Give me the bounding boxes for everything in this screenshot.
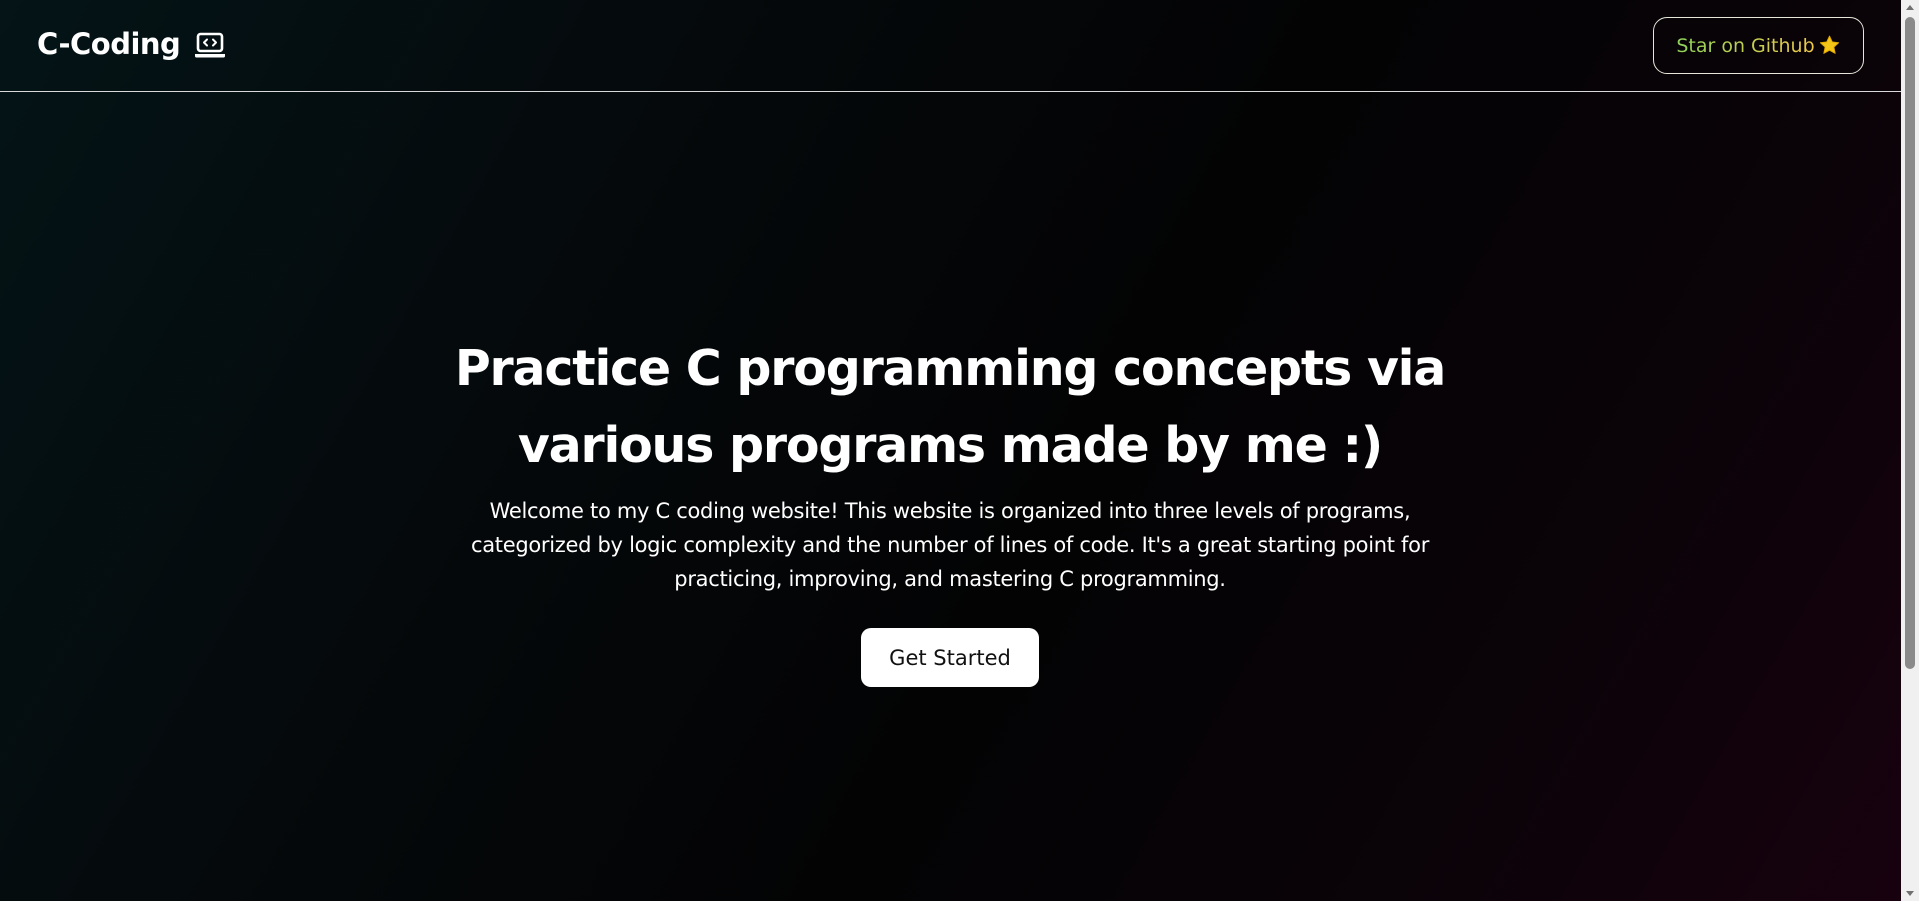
get-started-button[interactable]: Get Started: [861, 628, 1039, 687]
star-on-github-button[interactable]: Star on Github: [1653, 17, 1864, 74]
scroll-up-arrow-icon[interactable]: [1906, 5, 1914, 10]
star-icon: [1818, 34, 1841, 57]
vertical-scrollbar[interactable]: [1901, 0, 1919, 901]
hero-subtitle: Welcome to my C coding website! This web…: [470, 499, 1430, 591]
brand-title[interactable]: C-Coding: [37, 26, 181, 62]
hero-title: Practice C programming concepts via vari…: [454, 340, 1447, 474]
star-on-github-label: Star on Github: [1676, 34, 1815, 57]
brand[interactable]: C-Coding: [37, 26, 226, 62]
scroll-down-arrow-icon[interactable]: [1906, 891, 1914, 896]
navbar: C-Coding Star on Github: [0, 0, 1901, 92]
laptop-code-icon: [194, 31, 226, 59]
scrollbar-thumb[interactable]: [1905, 17, 1915, 669]
hero-section: Practice C programming concepts via vari…: [400, 330, 1500, 687]
